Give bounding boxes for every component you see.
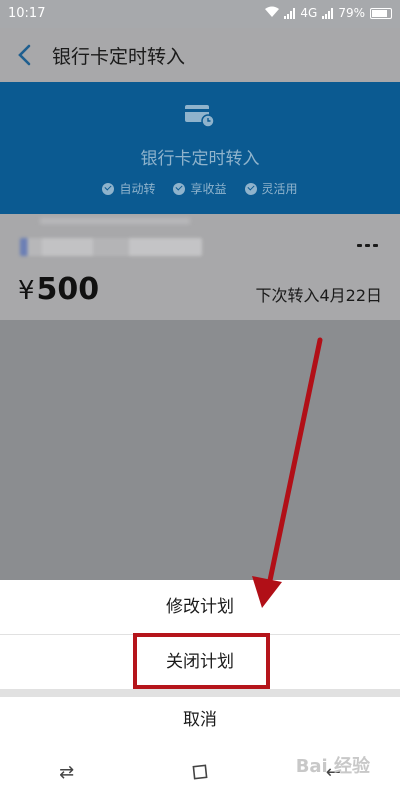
status-time: 10:17 xyxy=(8,6,46,21)
bank-card-icon xyxy=(185,105,215,128)
modal-overlay[interactable] xyxy=(0,320,400,580)
banner-heading: 银行卡定时转入 xyxy=(140,149,260,169)
home-icon[interactable] xyxy=(170,752,230,792)
status-bar: 10:17 4G 79% xyxy=(0,0,400,28)
feature-list: 自动转 享收益 灵活用 xyxy=(0,180,400,197)
next-transfer-date: 下次转入4月22日 xyxy=(255,286,382,305)
battery-percent: 79% xyxy=(338,6,365,20)
plan-amount: ¥500 xyxy=(18,272,100,307)
watermark: Bai 经验 xyxy=(295,756,370,777)
back-icon[interactable] xyxy=(0,28,48,82)
feature-label: 灵活用 xyxy=(261,182,298,196)
feature-label: 自动转 xyxy=(119,182,156,196)
app-header: 银行卡定时转入 xyxy=(0,28,400,82)
feature-item: 享收益 xyxy=(173,180,227,197)
blurred-bank-info xyxy=(20,238,202,256)
more-icon[interactable] xyxy=(357,244,378,247)
status-indicators: 4G 79% xyxy=(265,6,392,20)
check-icon xyxy=(102,182,115,195)
wifi-icon xyxy=(265,6,280,20)
check-icon xyxy=(173,182,186,195)
feature-label: 享收益 xyxy=(190,182,227,196)
highlight-box xyxy=(133,633,270,689)
page-title: 银行卡定时转入 xyxy=(52,45,186,68)
cancel-button[interactable]: 取消 xyxy=(0,697,400,744)
signal-icon-2 xyxy=(322,7,334,19)
switch-icon[interactable]: ⇄ xyxy=(37,752,97,792)
blurred-text xyxy=(40,218,190,224)
signal-icon xyxy=(284,7,296,19)
promo-banner: 银行卡定时转入 自动转 享收益 灵活用 xyxy=(0,82,400,214)
network-type: 4G xyxy=(300,6,318,20)
battery-icon xyxy=(370,7,392,19)
edit-plan-button[interactable]: 修改计划 xyxy=(0,580,400,634)
plan-card[interactable]: ¥500 下次转入4月22日 xyxy=(0,214,400,320)
check-icon xyxy=(244,182,257,195)
feature-item: 灵活用 xyxy=(244,180,298,197)
feature-item: 自动转 xyxy=(102,180,155,197)
